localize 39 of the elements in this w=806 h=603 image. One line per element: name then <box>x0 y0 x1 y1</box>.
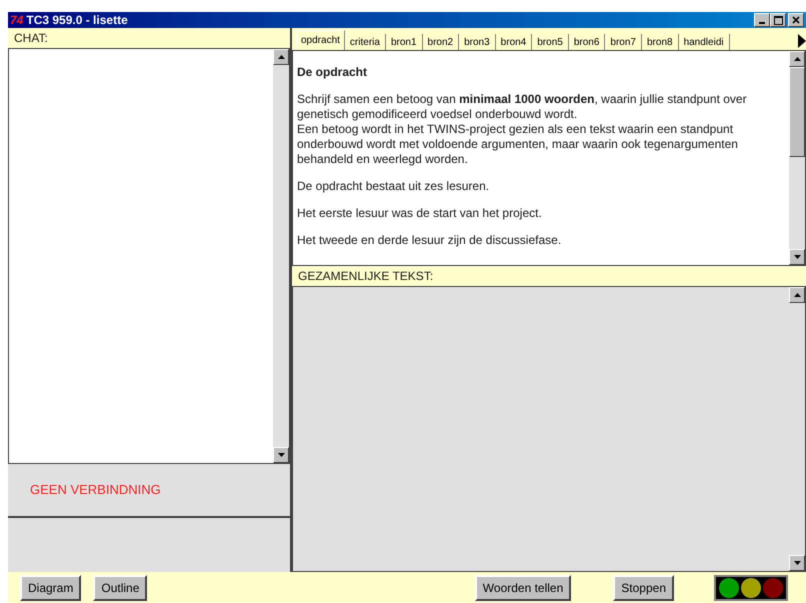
scroll-down-button[interactable] <box>273 447 289 463</box>
connection-status: GEEN VERBINDNING <box>30 481 161 500</box>
minimize-button[interactable] <box>754 13 770 27</box>
maximize-button[interactable] <box>770 13 786 27</box>
scroll-down-icon <box>794 561 800 565</box>
push-button[interactable]: Woorden tellen <box>474 574 572 600</box>
assignment-paragraph: Het tweede en derde lesuur zijn de discussiefase. <box>297 233 562 248</box>
scrollbar[interactable] <box>273 49 289 463</box>
maximize-icon <box>774 16 782 24</box>
assignment-paragraph: Schrijf samen een betoog van minimaal 1000 woorden, waarin jullie standpunt over genetisch gemodificeerd voedsel onderbouwd wordt. <box>297 92 748 122</box>
assignment-paragraph: Het eerste lesuur was de start van het project. <box>297 206 543 221</box>
app-logo: 74 <box>10 14 24 26</box>
scroll-up-icon <box>794 57 800 61</box>
push-button[interactable]: Stoppen <box>613 574 674 600</box>
scroll-up-icon <box>794 293 800 297</box>
scroll-down-button[interactable] <box>789 555 805 571</box>
scroll-thumb[interactable] <box>789 67 805 157</box>
tab-scroll-right-icon[interactable] <box>798 34 806 48</box>
scrollbar[interactable] <box>789 287 805 571</box>
scroll-up-button[interactable] <box>789 287 805 303</box>
assignment-heading: De opdracht <box>297 65 368 80</box>
panel-label: CHAT: <box>14 30 48 47</box>
assignment-paragraph: Een betoog wordt in het TWINS-project gezien als een tekst waarin een standpunt onderbouwd wordt met voldoende argumenten, maar waarin ook tegenargumenten behandeld en weerlegd worden. <box>297 122 739 167</box>
scroll-down-icon <box>794 255 800 259</box>
push-button[interactable]: Outline <box>93 574 148 600</box>
scroll-down-icon <box>278 453 284 457</box>
scroll-up-icon <box>278 55 284 59</box>
scrollbar[interactable] <box>789 51 805 265</box>
panel-label: GEZAMENLIJKE TEKST: <box>298 268 434 285</box>
assignment-paragraph: De opdracht bestaat uit zes lesuren. <box>297 179 490 194</box>
scroll-up-button[interactable] <box>789 51 805 67</box>
window-title: TC3 959.0 - lisette <box>26 14 128 26</box>
close-icon <box>792 16 800 24</box>
tab[interactable]: opdracht <box>296 30 345 50</box>
input-panel[interactable] <box>8 518 290 572</box>
scroll-up-button[interactable] <box>273 49 289 65</box>
push-button[interactable]: Diagram <box>20 574 82 600</box>
close-button[interactable] <box>788 13 804 27</box>
scroll-down-button[interactable] <box>789 249 805 265</box>
